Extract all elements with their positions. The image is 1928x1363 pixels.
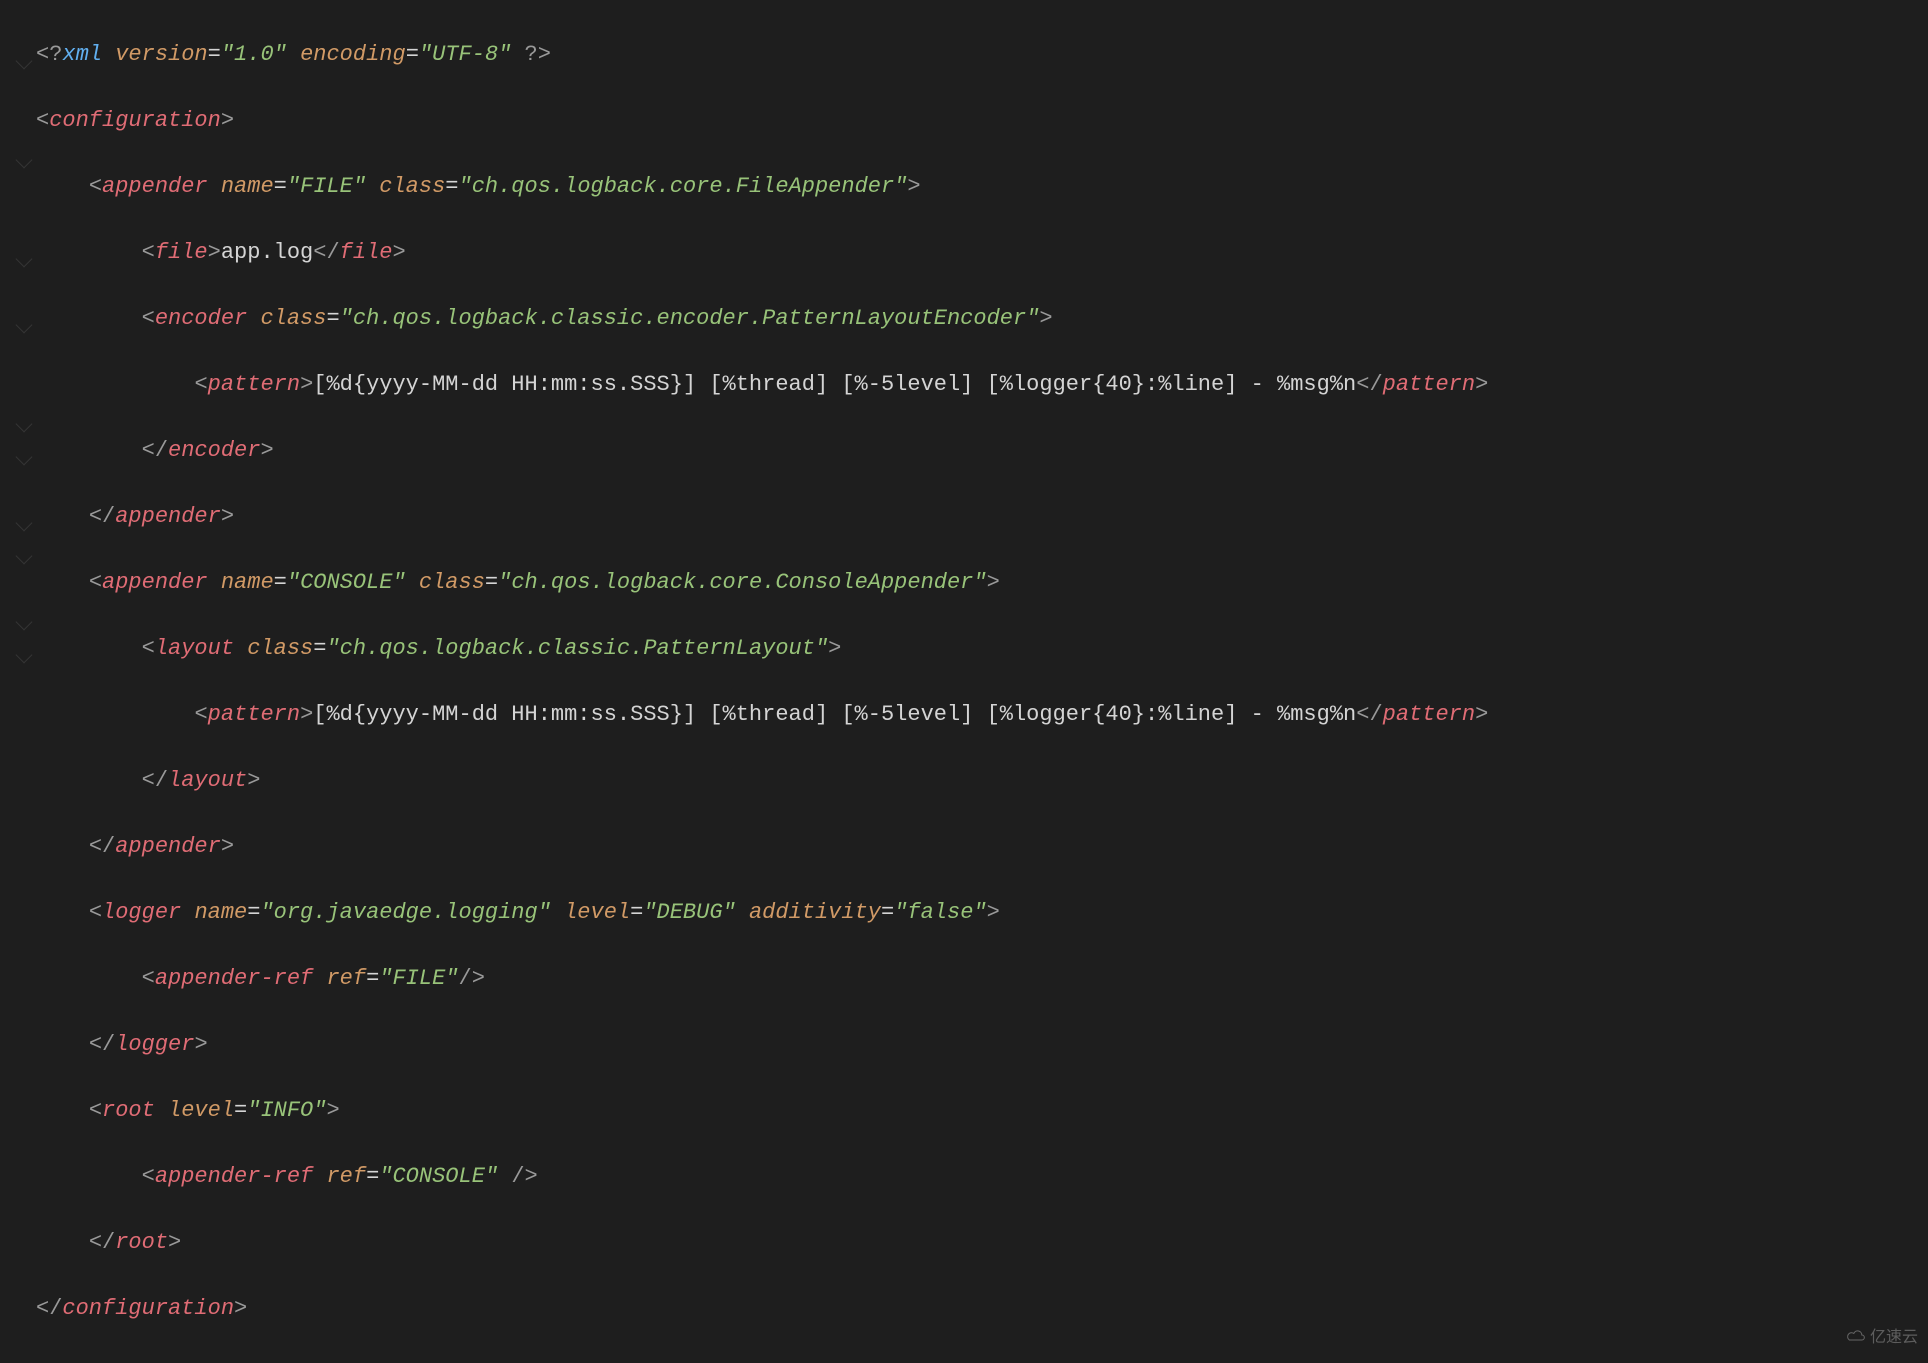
pattern-value: [%d{yyyy-MM-dd HH:mm:ss.SSS}] [%thread] … <box>313 702 1356 727</box>
logger-additivity: false <box>907 900 973 925</box>
appender-class: ch.qos.logback.core.ConsoleAppender <box>511 570 973 595</box>
watermark-text: 亿速云 <box>1870 1322 1918 1355</box>
code-line: <file>app.log</file> <box>36 236 1928 269</box>
file-close-tag: file <box>340 240 393 265</box>
appender-name: CONSOLE <box>300 570 392 595</box>
appender-ref-tag: appender-ref <box>155 966 313 991</box>
configuration-open-tag: configuration <box>49 108 221 133</box>
appender-tag: appender <box>102 570 208 595</box>
code-line: </configuration> <box>36 1292 1928 1325</box>
editor-gutter <box>0 0 30 1363</box>
pattern-tag: pattern <box>208 372 300 397</box>
code-line: <configuration> <box>36 104 1928 137</box>
code-line: </layout> <box>36 764 1928 797</box>
root-tag: root <box>102 1098 155 1123</box>
encoder-class: ch.qos.logback.classic.encoder.PatternLa… <box>353 306 1026 331</box>
layout-tag: layout <box>155 636 234 661</box>
pattern-close-tag: pattern <box>1383 372 1475 397</box>
layout-class: ch.qos.logback.classic.PatternLayout <box>340 636 815 661</box>
layout-close-tag: layout <box>168 768 247 793</box>
code-line: <root level="INFO"> <box>36 1094 1928 1127</box>
file-tag: file <box>155 240 208 265</box>
code-line: </root> <box>36 1226 1928 1259</box>
root-close-tag: root <box>115 1230 168 1255</box>
appender-name: FILE <box>300 174 353 199</box>
pattern-value: [%d{yyyy-MM-dd HH:mm:ss.SSS}] [%thread] … <box>313 372 1356 397</box>
code-line: </logger> <box>36 1028 1928 1061</box>
configuration-close-tag: configuration <box>62 1296 234 1321</box>
code-line: <encoder class="ch.qos.logback.classic.e… <box>36 302 1928 335</box>
code-line: <pattern>[%d{yyyy-MM-dd HH:mm:ss.SSS}] [… <box>36 698 1928 731</box>
code-line: <layout class="ch.qos.logback.classic.Pa… <box>36 632 1928 665</box>
logger-name: org.javaedge.logging <box>274 900 538 925</box>
appender-close-tag: appender <box>115 834 221 859</box>
code-line: </encoder> <box>36 434 1928 467</box>
pattern-tag: pattern <box>208 702 300 727</box>
appender-ref-value: FILE <box>392 966 445 991</box>
xml-encoding: UTF-8 <box>432 42 498 67</box>
logger-close-tag: logger <box>115 1032 194 1057</box>
appender-ref-tag: appender-ref <box>155 1164 313 1189</box>
code-line: <?xml version="1.0" encoding="UTF-8" ?> <box>36 38 1928 71</box>
xml-version: 1.0 <box>234 42 274 67</box>
code-line: </appender> <box>36 830 1928 863</box>
code-line: <appender name="CONSOLE" class="ch.qos.l… <box>36 566 1928 599</box>
logger-level: DEBUG <box>657 900 723 925</box>
pattern-close-tag: pattern <box>1383 702 1475 727</box>
logger-tag: logger <box>102 900 181 925</box>
appender-class: ch.qos.logback.core.FileAppender <box>472 174 894 199</box>
appender-ref-value: CONSOLE <box>392 1164 484 1189</box>
code-line: <appender-ref ref="CONSOLE" /> <box>36 1160 1928 1193</box>
cloud-icon <box>1846 1322 1866 1355</box>
appender-close-tag: appender <box>115 504 221 529</box>
code-line: <appender name="FILE" class="ch.qos.logb… <box>36 170 1928 203</box>
root-level: INFO <box>260 1098 313 1123</box>
code-line: <logger name="org.javaedge.logging" leve… <box>36 896 1928 929</box>
code-line: </appender> <box>36 500 1928 533</box>
code-line: <pattern>[%d{yyyy-MM-dd HH:mm:ss.SSS}] [… <box>36 368 1928 401</box>
encoder-close-tag: encoder <box>168 438 260 463</box>
watermark: 亿速云 <box>1846 1322 1918 1355</box>
code-line: <appender-ref ref="FILE"/> <box>36 962 1928 995</box>
file-value: app.log <box>221 240 313 265</box>
appender-tag: appender <box>102 174 208 199</box>
encoder-tag: encoder <box>155 306 247 331</box>
code-editor-content[interactable]: <?xml version="1.0" encoding="UTF-8" ?> … <box>0 5 1928 1358</box>
